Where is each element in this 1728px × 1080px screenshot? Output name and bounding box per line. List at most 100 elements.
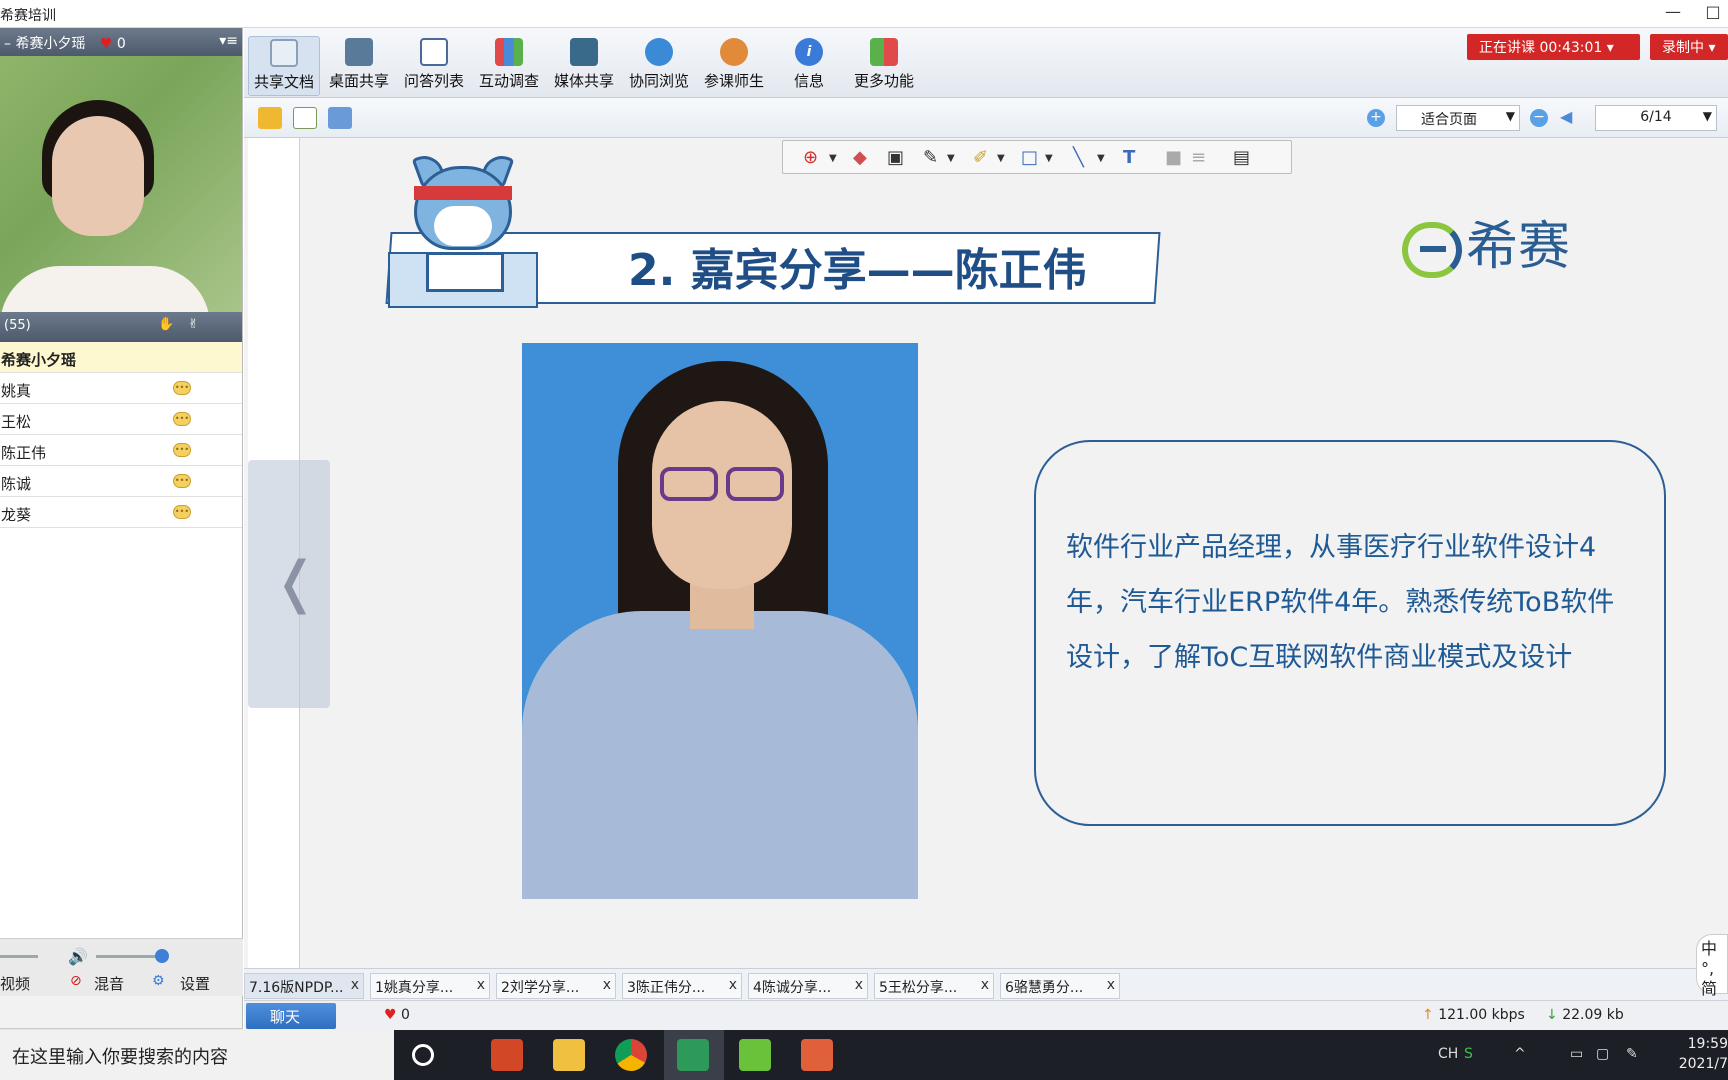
participant-row[interactable]: 姚真 ••• — [0, 373, 242, 404]
close-icon[interactable]: x — [729, 977, 737, 993]
volume-knob[interactable] — [155, 949, 169, 963]
guest-bio-text: 软件行业产品经理，从事医疗行业软件设计4年，汽车行业ERP软件4年。熟悉传统To… — [1066, 532, 1615, 673]
chevron-down-icon[interactable]: ▼ — [1097, 153, 1105, 164]
chevron-down-icon[interactable]: ▼ — [1045, 153, 1053, 164]
pen-icon[interactable]: ✎ — [1626, 1046, 1638, 1062]
chat-bubble-icon[interactable]: ••• — [173, 381, 191, 395]
settings-label[interactable]: 设置 — [180, 973, 210, 994]
chevron-up-icon[interactable]: ^ — [1514, 1046, 1526, 1062]
powerpoint-icon[interactable] — [491, 1039, 523, 1071]
mix-icon[interactable]: ⊘ — [70, 973, 82, 989]
toolbar-media-share[interactable]: 媒体共享 — [548, 36, 620, 96]
toolbar-share-document[interactable]: 共享文档 — [248, 36, 320, 96]
ime-widget[interactable]: 中 °, 简 — [1696, 934, 1728, 998]
toolbar-survey[interactable]: 互动调查 — [473, 36, 545, 96]
eraser-icon[interactable]: ◆ — [853, 147, 867, 168]
toolbar-qa-list[interactable]: 问答列表 — [398, 36, 470, 96]
close-icon[interactable]: x — [477, 977, 485, 993]
doc-tab[interactable]: 6骆慧勇分... x — [1000, 973, 1120, 999]
camtasia-icon[interactable] — [739, 1039, 771, 1071]
toolbar-info[interactable]: i 信息 — [773, 36, 845, 96]
network-icon[interactable]: ▢ — [1596, 1046, 1609, 1062]
doc-tab[interactable]: 4陈诚分享... x — [748, 973, 868, 999]
mic-volume-slider[interactable] — [0, 955, 38, 958]
battery-icon[interactable]: ▭ — [1570, 1046, 1583, 1062]
close-icon[interactable]: x — [351, 977, 359, 993]
text-tool-icon[interactable]: T — [1123, 147, 1135, 168]
training-app-icon[interactable] — [677, 1039, 709, 1071]
lower-hands-icon[interactable]: ✌ — [188, 317, 199, 332]
participant-row[interactable]: 王松 ••• — [0, 404, 242, 435]
toolbar-co-browse[interactable]: 协同浏览 — [623, 36, 695, 96]
page-select[interactable]: 6/14 ▼ — [1595, 105, 1717, 131]
video-label[interactable]: 视频 — [0, 973, 30, 994]
chevron-down-icon[interactable]: ▼ — [997, 153, 1005, 164]
participant-row[interactable]: 龙葵 ••• — [0, 497, 242, 528]
add-document-icon[interactable] — [293, 107, 317, 129]
chat-bubble-icon[interactable]: ••• — [173, 412, 191, 426]
speaker-icon[interactable]: 🔊 — [68, 947, 88, 966]
people-icon — [720, 38, 748, 66]
collapse-thumbnails-button[interactable]: ❬ — [248, 460, 330, 708]
raise-hand-icon[interactable]: ✋ — [158, 317, 174, 332]
zoom-mode-select[interactable]: 适合页面 ▼ — [1396, 105, 1520, 131]
participant-row[interactable]: 陈正伟 ••• — [0, 435, 242, 466]
maximize-button[interactable]: □ — [1698, 2, 1728, 24]
participant-row[interactable]: 陈诚 ••• — [0, 466, 242, 497]
minimize-button[interactable]: — — [1658, 2, 1688, 24]
chat-bubble-icon[interactable]: ••• — [173, 443, 191, 457]
doc-tab[interactable]: 2刘学分享... x — [496, 973, 616, 999]
chat-button[interactable]: 聊天 — [246, 1003, 336, 1029]
chrome-icon[interactable] — [615, 1039, 647, 1071]
toolbar-more[interactable]: 更多功能 — [848, 36, 920, 96]
participant-name: 龙葵 — [1, 506, 32, 524]
close-icon[interactable]: x — [1107, 977, 1115, 993]
doc-tab[interactable]: 7.16版NPDP... x — [244, 973, 364, 999]
doc-tab[interactable]: 5王松分享... x — [874, 973, 994, 999]
toolbar-participants[interactable]: 参课师生 — [698, 36, 770, 96]
zoom-out-icon[interactable]: − — [1530, 109, 1548, 127]
doc-tab[interactable]: 3陈正伟分... x — [622, 973, 742, 999]
cortana-icon[interactable] — [412, 1044, 434, 1066]
close-icon[interactable]: x — [981, 977, 989, 993]
speaker-volume-slider[interactable] — [96, 955, 162, 958]
sogou-icon[interactable]: S — [1464, 1046, 1473, 1062]
pen-icon[interactable]: ✎ — [923, 147, 938, 168]
close-icon[interactable]: x — [603, 977, 611, 993]
mix-label[interactable]: 混音 — [94, 973, 124, 994]
settings-gear-icon[interactable]: ⚙ — [152, 973, 165, 989]
highlighter-icon[interactable]: ✐ — [973, 147, 988, 168]
participant-row[interactable]: 希赛小夕瑶 — [0, 342, 242, 373]
live-status-button[interactable]: 正在讲课 00:43:01 ▾ — [1467, 34, 1640, 60]
zoom-in-icon[interactable]: + — [1367, 109, 1385, 127]
cut-document-icon[interactable] — [328, 107, 352, 129]
close-icon[interactable]: x — [855, 977, 863, 993]
chat-bubble-icon[interactable]: ••• — [173, 505, 191, 519]
like-heart[interactable]: ♥ 0 — [384, 1007, 410, 1023]
fill-icon[interactable]: ■ — [1165, 147, 1182, 168]
rectangle-icon[interactable]: □ — [1021, 147, 1038, 168]
previous-page-icon[interactable]: ◀ — [1560, 107, 1572, 126]
ime-indicator[interactable]: CH — [1438, 1046, 1458, 1062]
arrow-up-icon: ↑ — [1422, 1007, 1434, 1023]
line-icon[interactable]: ╲ — [1073, 147, 1084, 168]
mascot-cat-image — [408, 150, 518, 302]
page-panel-icon[interactable]: ▤ — [1233, 147, 1250, 168]
list-empty-area — [0, 528, 242, 938]
toolbar-desktop-share[interactable]: 桌面共享 — [323, 36, 395, 96]
open-folder-icon[interactable] — [258, 107, 282, 129]
recorder-icon[interactable] — [801, 1039, 833, 1071]
taskbar-search-box[interactable]: 在这里输入你要搜索的内容 — [0, 1030, 394, 1080]
chat-bubble-icon[interactable]: ••• — [173, 474, 191, 488]
chevron-down-icon[interactable]: ▼ — [829, 153, 837, 164]
chevron-down-icon[interactable]: ▼ — [947, 153, 955, 164]
doc-tab[interactable]: 1姚真分享... x — [370, 973, 490, 999]
line-width-icon[interactable]: ≡ — [1191, 147, 1206, 168]
taskbar-clock[interactable]: 19:59 2021/7 — [1672, 1034, 1728, 1074]
pointer-icon[interactable]: ⊕ — [803, 147, 818, 168]
clear-page-icon[interactable]: ▣ — [887, 147, 904, 168]
file-explorer-icon[interactable] — [553, 1039, 585, 1071]
recording-button[interactable]: 录制中 ▾ — [1650, 34, 1728, 60]
left-panel: – 希赛小夕瑶 ♥ 0 ▾≡ (55) ✋ ✌ 希赛小夕瑶 姚真 ••• 王松 ••… — [0, 28, 243, 1058]
panel-menu-icon[interactable]: ▾≡ — [219, 33, 238, 49]
